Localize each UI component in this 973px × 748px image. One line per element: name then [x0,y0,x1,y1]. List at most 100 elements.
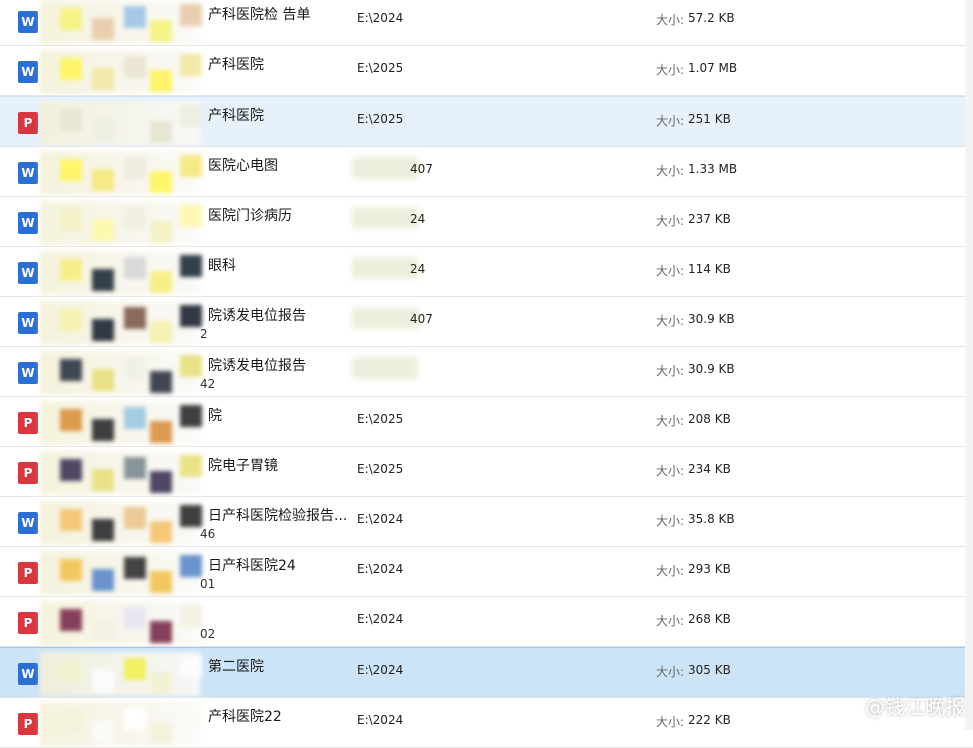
mosaic-blur [40,101,200,145]
word-doc-icon: W [18,262,38,284]
file-name: 眼科 [208,255,236,275]
path-blur [352,157,418,179]
size-label: 大小: [656,11,684,28]
file-path: 24 [410,212,425,226]
file-path: E:\2024 [357,512,403,526]
file-size: 251 KB [688,112,731,126]
size-label: 大小: [656,713,684,730]
size-label: 大小: [656,663,684,680]
file-name: 院电子胃镜 [208,455,278,475]
file-size: 208 KB [688,412,731,426]
file-size: 1.07 MB [688,61,737,75]
file-size: 1.33 MB [688,162,737,176]
file-name: 日产科医院24 [208,555,296,575]
file-name: 院 [208,405,222,425]
file-name: 医院门诊病历 [208,205,292,225]
pdf-doc-icon: P [18,713,38,735]
file-name: 院诱发电位报告 [208,355,306,375]
size-label: 大小: [656,212,684,229]
file-row[interactable]: P产科医院22E:\2024大小:222 KB [0,698,973,748]
mosaic-blur [40,301,200,345]
mosaic-blur [40,251,200,295]
mosaic-blur [40,501,200,545]
word-doc-icon: W [18,212,38,234]
mosaic-blur [40,652,200,696]
file-path: E:\2025 [357,412,403,426]
file-row[interactable]: W眼科24大小:114 KB [0,247,973,297]
file-row[interactable]: W 产科医院检 告单 E:\2024 大小: 57.2 KB [0,0,973,46]
file-subtext: 01 [200,577,215,591]
file-subtext: 42 [200,377,215,391]
word-doc-icon: W [18,11,38,33]
mosaic-blur [40,50,200,94]
file-path: E:\2024 [357,612,403,626]
watermark-text: @钱江晚报 [865,691,965,720]
file-path: E:\2025 [357,61,403,75]
file-size: 57.2 KB [688,11,735,25]
mosaic-blur [40,0,200,44]
file-row[interactable]: P 院 E:\2025 大小: 208 KB [0,397,973,447]
mosaic-blur [40,551,200,595]
mosaic-blur [40,451,200,495]
path-blur [352,207,418,229]
size-label: 大小: [656,162,684,179]
file-name: 日产科医院检验报告... [208,505,347,525]
file-path: E:\2024 [357,663,403,677]
file-row[interactable]: P院电子胃镜E:\2025大小:234 KB [0,447,973,497]
file-subtext: 46 [200,527,215,541]
file-row[interactable]: W日产科医院检验报告...46E:\2024大小:35.8 KB [0,497,973,547]
file-size: 234 KB [688,462,731,476]
mosaic-blur [40,151,200,195]
file-name: 医院心电图 [208,155,278,175]
file-path: 407 [410,162,433,176]
word-doc-icon: W [18,162,38,184]
vertical-scrollbar[interactable] [965,0,973,730]
mosaic-blur [40,351,200,395]
file-path: 407 [410,312,433,326]
file-name: 产科医院检 告单 [208,4,310,24]
file-name: 产科医院 [208,54,264,74]
size-label: 大小: [656,312,684,329]
file-row[interactable]: W 医院门诊病历 24 大小: 237 KB [0,197,973,247]
word-doc-icon: W [18,312,38,334]
file-path: E:\2025 [357,462,403,476]
file-size: 114 KB [688,262,731,276]
file-path: E:\2024 [357,562,403,576]
mosaic-blur [40,401,200,445]
file-path: E:\2024 [357,11,403,25]
word-doc-icon: W [18,362,38,384]
file-list: W 产科医院检 告单 E:\2024 大小: 57.2 KB W 产科医院 E:\2025 大小… [0,0,973,748]
size-label: 大小: [656,112,684,129]
file-row[interactable]: W 产科医院 E:\2025 大小: 1.07 MB [0,46,973,96]
file-size: 35.8 KB [688,512,735,526]
file-row[interactable]: W 院诱发电位报告 42 大小: 30.9 KB [0,347,973,397]
file-subtext: 2 [200,327,208,341]
mosaic-blur [40,601,200,645]
mosaic-blur [40,702,200,746]
pdf-doc-icon: P [18,112,38,134]
file-size: 237 KB [688,212,731,226]
size-label: 大小: [656,362,684,379]
file-row[interactable]: P日产科医院2401E:\2024大小:293 KB [0,547,973,597]
file-row[interactable]: W 医院心电图 407 大小: 1.33 MB [0,147,973,197]
pdf-doc-icon: P [18,612,38,634]
file-row[interactable]: P产科医院E:\2025大小:251 KB [0,96,973,147]
file-size: 305 KB [688,663,731,677]
file-name: 产科医院22 [208,706,282,726]
pdf-doc-icon: P [18,462,38,484]
path-blur [352,357,418,379]
file-size: 293 KB [688,562,731,576]
path-blur [352,307,418,329]
file-row[interactable]: W院诱发电位报告2407大小:30.9 KB [0,297,973,347]
pdf-doc-icon: P [18,412,38,434]
file-row[interactable]: W第二医院E:\2024大小:305 KB [0,647,973,698]
file-size: 222 KB [688,713,731,727]
file-row[interactable]: P02E:\2024大小:268 KB [0,597,973,647]
file-size: 30.9 KB [688,362,735,376]
size-label: 大小: [656,61,684,78]
pdf-doc-icon: P [18,562,38,584]
size-label: 大小: [656,412,684,429]
file-name: 院诱发电位报告 [208,305,306,325]
file-subtext: 02 [200,627,215,641]
word-doc-icon: W [18,61,38,83]
